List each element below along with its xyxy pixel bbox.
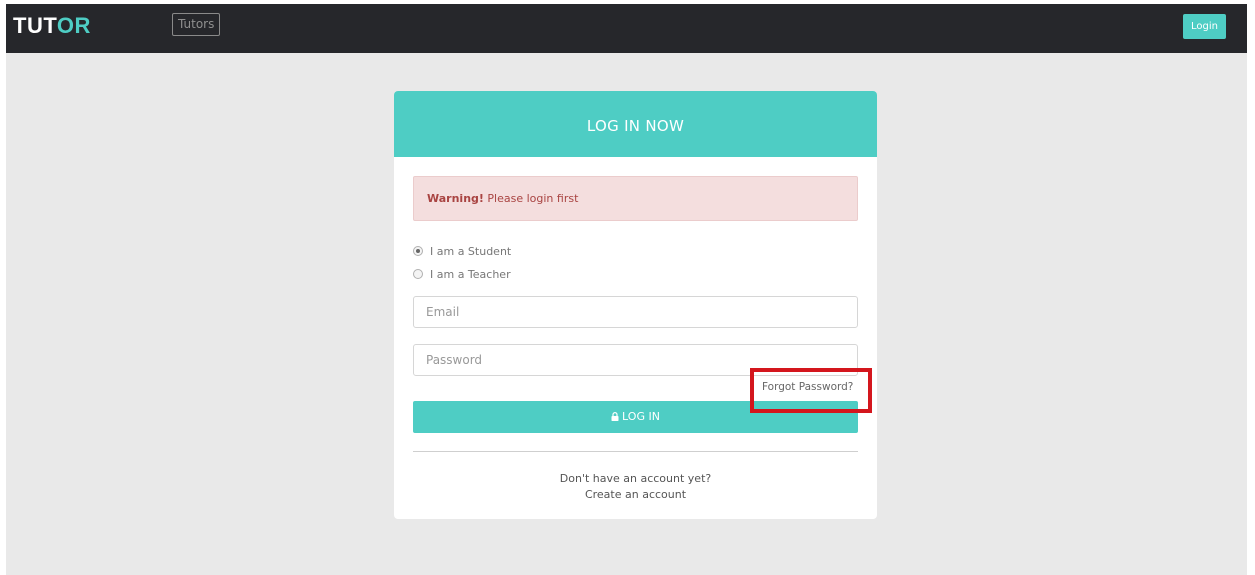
nav-login-button[interactable]: Login: [1183, 14, 1226, 39]
role-teacher-radio[interactable]: [413, 269, 423, 279]
role-student-label: I am a Student: [430, 244, 512, 258]
brand-main: TUT: [13, 13, 57, 38]
warning-alert: Warning! Please login first: [413, 176, 858, 221]
signup-prompt: Don't have an account yet?: [559, 472, 712, 485]
brand-accent: OR: [56, 13, 91, 38]
role-teacher-option[interactable]: I am a Teacher: [413, 266, 511, 282]
alert-text: Please login first: [483, 192, 579, 205]
login-button-label: LOG IN: [622, 410, 660, 423]
alert-strong: Warning!: [427, 192, 484, 205]
nav-tutors-link[interactable]: Tutors: [172, 13, 221, 36]
create-account-link[interactable]: Create an account: [394, 488, 877, 501]
brand-logo[interactable]: TUTOR: [13, 12, 91, 40]
email-input[interactable]: [413, 296, 858, 328]
forgot-password-link[interactable]: Forgot Password?: [762, 381, 853, 393]
role-student-radio[interactable]: [413, 246, 423, 256]
role-student-option[interactable]: I am a Student: [413, 243, 511, 259]
login-button[interactable]: LOG IN: [413, 401, 858, 433]
login-card-title: LOG IN NOW: [394, 91, 877, 157]
password-input[interactable]: [413, 344, 858, 376]
login-card: LOG IN NOW Warning! Please login first I…: [394, 91, 877, 519]
lock-icon: [611, 402, 619, 434]
top-navbar: TUTOR Tutors Login: [6, 4, 1247, 53]
divider: [413, 451, 858, 452]
role-teacher-label: I am a Teacher: [430, 267, 511, 281]
